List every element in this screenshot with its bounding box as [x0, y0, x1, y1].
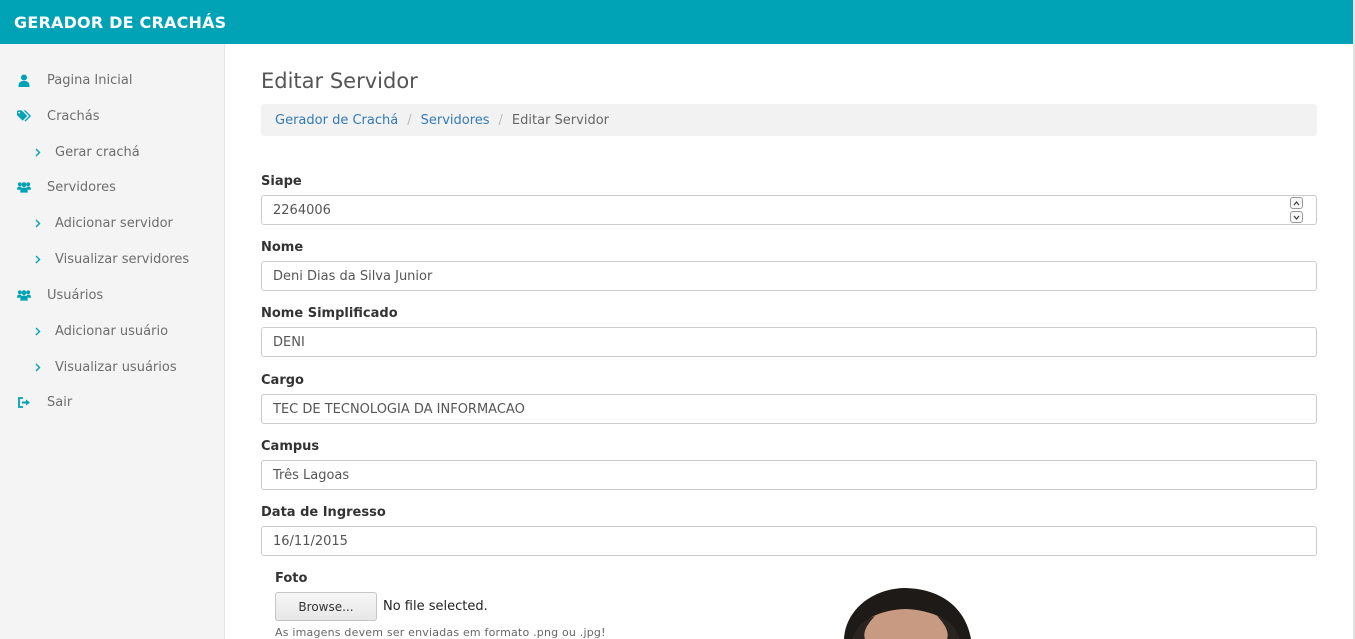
sidebar-item-label: Gerar crachá	[55, 144, 140, 160]
campus-input[interactable]	[261, 460, 1317, 490]
sidebar-item-label: Visualizar usuários	[55, 359, 177, 375]
sidebar-item-gerar-cracha[interactable]: Gerar crachá	[0, 137, 225, 167]
siape-spinner[interactable]	[1290, 197, 1304, 223]
sidebar-item-label: Sair	[47, 394, 73, 410]
top-bar: GERADOR DE CRACHÁS	[0, 0, 1355, 44]
cargo-input[interactable]	[261, 394, 1317, 424]
sidebar-item-visualizar-usuarios[interactable]: Visualizar usuários	[0, 352, 225, 382]
users-icon	[17, 288, 31, 302]
foto-help-text: As imagens devem ser enviadas em formato…	[275, 626, 606, 639]
nome-simplificado-input[interactable]	[261, 327, 1317, 357]
foto-label: Foto	[275, 571, 308, 586]
app-brand[interactable]: GERADOR DE CRACHÁS	[14, 13, 226, 32]
sidebar-item-adicionar-usuario[interactable]: Adicionar usuário	[0, 316, 225, 346]
data-ingresso-label: Data de Ingresso	[261, 505, 386, 520]
browse-button[interactable]: Browse...	[275, 592, 377, 621]
tags-icon	[17, 109, 31, 123]
nome-input[interactable]	[261, 261, 1317, 291]
sidebar-item-label: Adicionar usuário	[55, 323, 169, 339]
nome-label: Nome	[261, 240, 304, 255]
breadcrumb-link-servidores[interactable]: Servidores	[421, 113, 490, 128]
sidebar-item-servidores[interactable]: Servidores	[0, 172, 225, 202]
sidebar-item-visualizar-servidores[interactable]: Visualizar servidores	[0, 244, 225, 274]
sidebar-item-label: Servidores	[47, 179, 116, 195]
breadcrumb-separator: /	[498, 112, 503, 128]
spinner-down-icon[interactable]	[1290, 211, 1303, 223]
campus-label: Campus	[261, 439, 320, 454]
data-ingresso-input[interactable]	[261, 526, 1317, 556]
main-content: Editar Servidor Gerador de Crachá / Serv…	[226, 44, 1353, 639]
chevron-right-icon	[33, 216, 43, 230]
breadcrumb-current: Editar Servidor	[511, 112, 609, 128]
sidebar-item-label: Adicionar servidor	[55, 215, 173, 231]
sidebar-item-crachas[interactable]: Crachás	[0, 101, 225, 131]
foto-file-input[interactable]: Browse... No file selected.	[275, 592, 488, 621]
sidebar-item-label: Crachás	[47, 108, 100, 124]
page-title: Editar Servidor	[261, 69, 418, 93]
sidebar-item-sair[interactable]: Sair	[0, 387, 225, 417]
sidebar-item-adicionar-servidor[interactable]: Adicionar servidor	[0, 208, 225, 238]
sidebar-item-pagina-inicial[interactable]: Pagina Inicial	[0, 65, 225, 95]
siape-label: Siape	[261, 174, 302, 189]
chevron-right-icon	[33, 324, 43, 338]
chevron-right-icon	[33, 145, 43, 159]
sidebar: Pagina Inicial Crachás Gerar crachá Serv…	[0, 44, 225, 639]
breadcrumb-separator: /	[407, 112, 412, 128]
sidebar-item-usuarios[interactable]: Usuários	[0, 280, 225, 310]
servidor-photo	[841, 584, 976, 639]
breadcrumb: Gerador de Crachá / Servidores / Editar …	[261, 104, 1317, 136]
nome-simplificado-label: Nome Simplificado	[261, 306, 398, 321]
cargo-label: Cargo	[261, 373, 304, 388]
sidebar-item-label: Visualizar servidores	[55, 251, 190, 267]
sidebar-item-label: Usuários	[47, 287, 104, 303]
sign-out-icon	[17, 395, 31, 409]
siape-input[interactable]	[261, 195, 1317, 225]
file-status-text: No file selected.	[383, 599, 488, 614]
spinner-up-icon[interactable]	[1290, 197, 1303, 209]
breadcrumb-link-gerador[interactable]: Gerador de Crachá	[275, 113, 398, 128]
chevron-right-icon	[33, 252, 43, 266]
sidebar-item-label: Pagina Inicial	[47, 72, 133, 88]
users-icon	[17, 180, 31, 194]
user-icon	[17, 73, 31, 87]
chevron-right-icon	[33, 360, 43, 374]
